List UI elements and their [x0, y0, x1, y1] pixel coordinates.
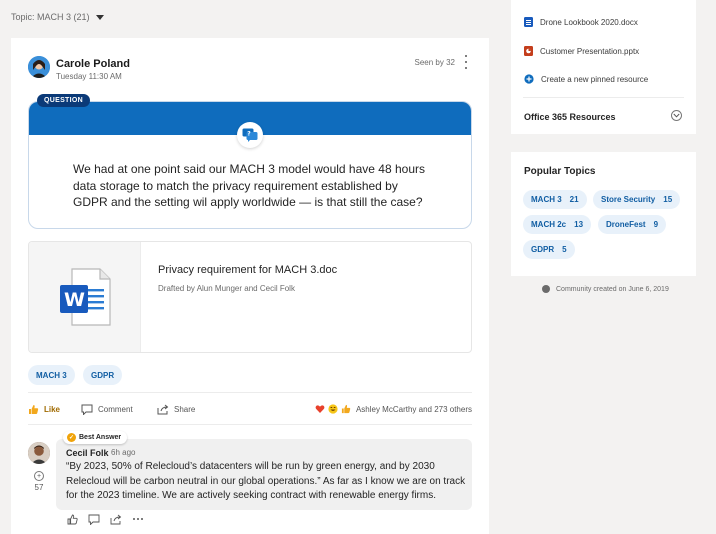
check-icon: ✓: [67, 433, 76, 442]
topic-count: 9: [653, 220, 659, 229]
laugh-reaction-icon: [328, 404, 338, 414]
share-label: Share: [174, 405, 196, 414]
best-answer-badge: ✓ Best Answer: [63, 431, 128, 444]
office-365-resources-title[interactable]: Office 365 Resources: [524, 112, 616, 122]
share-button[interactable]: Share: [157, 404, 195, 415]
powerpoint-file-icon: [524, 46, 533, 56]
more-options-icon[interactable]: [463, 55, 469, 69]
topic-name: MACH 2c: [531, 220, 567, 229]
heart-reaction-icon: [315, 404, 325, 414]
question-text: We had at one point said our MACH 3 mode…: [73, 162, 425, 209]
comment-label: Comment: [98, 405, 133, 414]
info-icon: [542, 285, 550, 293]
popular-topics-card: Popular Topics MACH 3 21 Store Security …: [511, 152, 696, 276]
chevron-down-icon[interactable]: [671, 110, 682, 121]
tag-mach3[interactable]: MACH 3: [28, 365, 75, 385]
best-answer-label: Best Answer: [79, 434, 122, 441]
topic-name: GDPR: [531, 245, 555, 254]
reactions-text: Ashley McCarthy and 273 others: [355, 404, 472, 414]
community-created-text: Community created on June 6, 2019: [556, 285, 669, 293]
post-time: Tuesday 11:30 AM: [56, 72, 122, 81]
share-icon[interactable]: [110, 513, 122, 525]
topic-count: 13: [574, 220, 584, 229]
topic-label: Topic: MACH 3 (21): [11, 12, 90, 22]
tag-gdpr[interactable]: GDPR: [83, 365, 123, 385]
attachment-subtitle: Drafted by Alun Munger and Cecil Folk: [158, 284, 295, 293]
like-icon[interactable]: [66, 513, 78, 525]
topic-tag-mach2c[interactable]: MACH 2c 13: [523, 215, 592, 234]
community-created-info: Community created on June 6, 2019: [542, 285, 669, 293]
reply-text: “By 2023, 50% of Relecloud’s datacenters…: [66, 461, 466, 501]
reply-avatar[interactable]: [28, 442, 50, 464]
attachment-title[interactable]: Privacy requirement for MACH 3.doc: [158, 264, 337, 276]
topic-name: MACH 3: [531, 195, 562, 204]
create-pinned-resource-button[interactable]: Create a new pinned resource: [524, 74, 648, 84]
vote-count: 57: [34, 483, 44, 492]
reply-author[interactable]: Cecil Folk: [66, 448, 109, 458]
attachment-card[interactable]: W Privacy requirement for MACH 3.doc Dra…: [28, 241, 472, 353]
pinned-item-customer-presentation[interactable]: Customer Presentation.pptx: [524, 46, 639, 56]
question-panel: ? We had at one point said our MACH 3 mo…: [28, 101, 472, 229]
svg-text:?: ?: [247, 131, 251, 138]
upvote-icon[interactable]: +: [34, 471, 44, 481]
reply-actions: [66, 513, 144, 525]
like-reaction-icon: [341, 404, 351, 414]
like-label: Like: [44, 405, 61, 414]
pinned-item-label: Customer Presentation.pptx: [540, 46, 640, 56]
topic-name: DroneFest: [606, 220, 646, 229]
topic-selector[interactable]: Topic: MACH 3 (21): [11, 12, 104, 22]
reply-time: 6h ago: [111, 448, 136, 457]
attachment-thumbnail: W: [29, 242, 141, 352]
topic-count: 15: [663, 195, 673, 204]
popular-topics-title: Popular Topics: [524, 166, 596, 177]
topic-count: 21: [569, 195, 579, 204]
seen-by-count[interactable]: Seen by 32: [415, 58, 455, 67]
divider: [28, 392, 472, 393]
topic-tag-gdpr[interactable]: GDPR 5: [523, 240, 575, 259]
pinned-resources-card: Drone Lookbook 2020.docx Customer Presen…: [511, 0, 696, 134]
topic-tag-store-security[interactable]: Store Security 15: [593, 190, 681, 209]
question-icon: ?: [237, 122, 263, 148]
add-icon: [524, 74, 534, 84]
avatar[interactable]: [28, 56, 50, 78]
divider: [28, 424, 472, 425]
topic-tag-mach3[interactable]: MACH 3 21: [523, 190, 587, 209]
word-doc-icon: W: [59, 268, 111, 326]
topic-tag-dronefest[interactable]: DroneFest 9: [598, 215, 667, 234]
topic-name: Store Security: [601, 195, 656, 204]
like-button[interactable]: Like: [28, 404, 60, 415]
svg-text:W: W: [64, 289, 85, 311]
question-badge: QUESTION: [37, 94, 90, 107]
word-file-icon: [524, 17, 533, 27]
conversation-card: Carole Poland Tuesday 11:30 AM Seen by 3…: [11, 38, 489, 534]
caret-down-icon: [95, 15, 104, 20]
upvote-control[interactable]: + 57: [30, 471, 48, 492]
comment-button[interactable]: Comment: [81, 404, 133, 415]
reactions-summary[interactable]: Ashley McCarthy and 273 others: [315, 404, 472, 414]
more-options-icon[interactable]: [132, 513, 144, 525]
author-name[interactable]: Carole Poland: [56, 58, 130, 70]
comment-icon: [81, 404, 93, 415]
pinned-item-label: Create a new pinned resource: [541, 74, 649, 84]
topic-count: 5: [562, 245, 567, 254]
share-icon: [157, 404, 169, 415]
like-icon: [29, 405, 39, 414]
pinned-item-drone-lookbook[interactable]: Drone Lookbook 2020.docx: [524, 17, 638, 27]
comment-icon[interactable]: [88, 513, 100, 525]
divider: [523, 97, 684, 98]
pinned-item-label: Drone Lookbook 2020.docx: [540, 17, 638, 27]
